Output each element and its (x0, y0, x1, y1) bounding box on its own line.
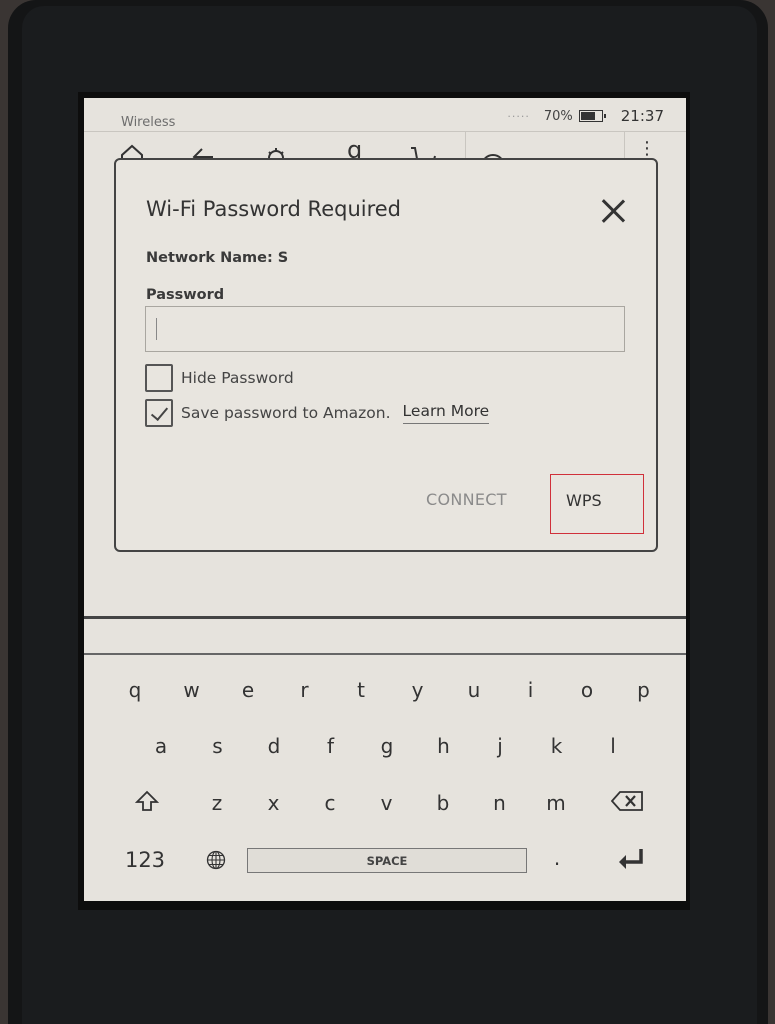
password-label: Password (146, 287, 225, 303)
key-p[interactable]: p (624, 680, 664, 700)
key-w[interactable]: w (172, 680, 212, 700)
password-input[interactable] (145, 306, 625, 352)
menu-icon[interactable]: ⋮ (638, 140, 656, 158)
key-r[interactable]: r (285, 680, 325, 700)
key-m[interactable]: m (536, 793, 576, 813)
connect-button[interactable]: CONNECT (426, 490, 507, 509)
hide-password-row: Hide Password (145, 364, 294, 392)
key-i[interactable]: i (511, 680, 551, 700)
globe-icon[interactable] (206, 850, 226, 874)
key-e[interactable]: e (228, 680, 268, 700)
period-key[interactable]: . (537, 848, 577, 868)
key-o[interactable]: o (567, 680, 607, 700)
network-name-label: Network Name: S (146, 250, 289, 266)
key-s[interactable]: s (198, 736, 238, 756)
wifi-signal-icon: ····· (507, 109, 530, 123)
dialog-title: Wi-Fi Password Required (146, 197, 402, 221)
key-z[interactable]: z (197, 793, 237, 813)
space-key[interactable]: SPACE (247, 848, 527, 873)
battery-icon (578, 110, 606, 122)
text-field-top-border (84, 616, 686, 619)
clock: 21:37 (620, 107, 664, 125)
key-t[interactable]: t (341, 680, 381, 700)
save-password-label: Save password to Amazon. (181, 404, 391, 422)
key-h[interactable]: h (424, 736, 464, 756)
key-g[interactable]: g (367, 736, 407, 756)
screen: Wireless ····· 70% 21:37 g ⋮ Wi-Fi Passw… (84, 98, 686, 901)
save-password-checkbox[interactable] (145, 399, 173, 427)
battery-level (580, 112, 595, 120)
key-q[interactable]: q (115, 680, 155, 700)
shift-icon[interactable] (134, 790, 160, 816)
save-password-row: Save password to Amazon. Learn More (145, 399, 490, 427)
backspace-icon[interactable] (610, 791, 643, 815)
status-bar: Wireless ····· 70% 21:37 (84, 98, 686, 130)
enter-icon[interactable] (617, 847, 645, 875)
key-b[interactable]: b (423, 793, 463, 813)
key-j[interactable]: j (480, 736, 520, 756)
key-u[interactable]: u (454, 680, 494, 700)
key-l[interactable]: l (593, 736, 633, 756)
status-indicators: ····· 70% 21:37 (507, 107, 664, 125)
key-x[interactable]: x (254, 793, 294, 813)
wifi-password-dialog: Wi-Fi Password Required Network Name: S … (114, 158, 658, 552)
key-a[interactable]: a (141, 736, 181, 756)
hide-password-label: Hide Password (181, 369, 294, 387)
key-f[interactable]: f (311, 736, 351, 756)
wps-button[interactable]: WPS (550, 474, 644, 534)
key-y[interactable]: y (398, 680, 438, 700)
close-button[interactable] (600, 198, 626, 224)
numbers-key[interactable]: 123 (120, 850, 170, 871)
battery-percent: 70% (543, 108, 573, 124)
key-n[interactable]: n (480, 793, 520, 813)
hide-password-checkbox[interactable] (145, 364, 173, 392)
key-v[interactable]: v (367, 793, 407, 813)
on-screen-keyboard: qwertyuiop asdfghjkl zxcvbnm 123 SPACE . (84, 654, 686, 901)
key-k[interactable]: k (537, 736, 577, 756)
status-title: Wireless (121, 115, 176, 130)
learn-more-link[interactable]: Learn More (402, 402, 490, 424)
text-caret (156, 318, 157, 340)
key-c[interactable]: c (310, 793, 350, 813)
key-d[interactable]: d (254, 736, 294, 756)
